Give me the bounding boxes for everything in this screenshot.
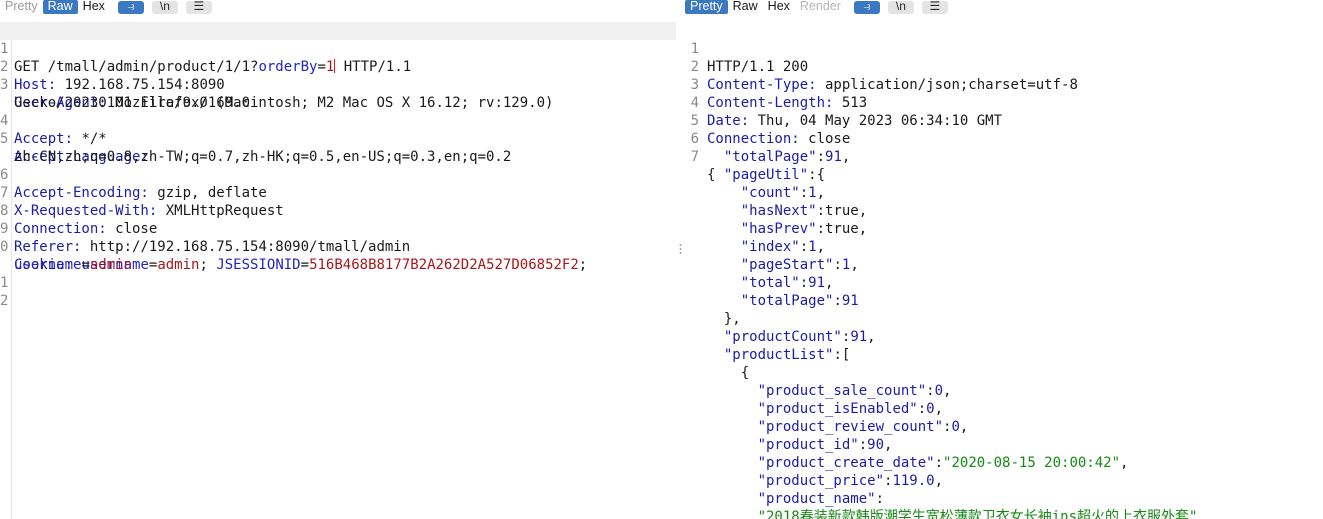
json-key: "product_isEnabled" bbox=[757, 401, 918, 417]
json-key: "product_review_count" bbox=[757, 419, 944, 435]
header-line-host: 2 Host: 192.168.75.154:8090 bbox=[0, 40, 676, 93]
json-value: 1 bbox=[808, 239, 817, 255]
json-value: 1 bbox=[808, 185, 817, 201]
json-value: 91 bbox=[825, 149, 842, 165]
header-line-referer: 9 Referer: http://192.168.75.154:8090/tm… bbox=[0, 202, 676, 255]
header-line-date: 4 Date: Thu, 04 May 2023 06:34:10 GMT bbox=[685, 76, 1323, 129]
json-line: "pageUtil":{ bbox=[723, 167, 826, 183]
tab-raw[interactable]: Raw bbox=[728, 0, 763, 14]
response-toolbar: Pretty Raw Hex Render ⥽ \n ☰ bbox=[685, 0, 1323, 14]
json-line: "hasPrev":true, bbox=[740, 221, 868, 237]
header-line-x-requested-with: 7 X-Requested-With: XMLHttpRequest bbox=[0, 166, 676, 219]
json-key: "product_create_date" bbox=[757, 455, 935, 471]
json-key: "count" bbox=[740, 185, 800, 201]
header-line-user-agent: 3 User-Agent: Mozilla/9.0 (Macintosh; M2… bbox=[0, 58, 676, 111]
json-line: "product_sale_count":0, bbox=[757, 383, 952, 399]
request-toolbar: Pretty Raw Hex ⥽ \n ☰ bbox=[0, 0, 676, 14]
empty-line: 6 bbox=[685, 112, 1323, 147]
json-value: "2020-08-15 20:00:42" bbox=[943, 455, 1121, 471]
json-line: "count":1, bbox=[740, 185, 826, 201]
header-line-connection: 5 Connection: close bbox=[685, 94, 1323, 147]
header-line-cookie: 0 Cookie: username=admin; JSESSIONID=516… bbox=[0, 220, 676, 273]
wrap-lines-icon[interactable]: ⥽ bbox=[853, 0, 880, 14]
json-value: 91 bbox=[808, 275, 826, 291]
line-number: 2 bbox=[0, 293, 9, 309]
json-key: "productCount" bbox=[723, 329, 842, 345]
response-pane: Pretty Raw Hex Render ⥽ \n ☰ 1 HTTP/1.1 … bbox=[685, 0, 1323, 519]
header-line-accept-encoding: 6 Accept-Encoding: gzip, deflate bbox=[0, 148, 676, 201]
json-line: "productList":[ bbox=[723, 347, 851, 363]
newline-toggle-button[interactable]: \n bbox=[887, 0, 914, 14]
json-key: "product_price" bbox=[757, 473, 885, 489]
json-line: "product_name": bbox=[757, 491, 885, 507]
header-line-connection: 8 Connection: close bbox=[0, 184, 676, 237]
status-line: 1 HTTP/1.1 200 bbox=[685, 22, 1323, 75]
header-line-content-type: 2 Content-Type: application/json;charset… bbox=[685, 40, 1323, 93]
json-line: }, bbox=[707, 311, 741, 327]
drag-handle-icon: · · · bbox=[678, 238, 683, 262]
tab-raw[interactable]: Raw bbox=[42, 0, 78, 14]
tab-pretty[interactable]: Pretty bbox=[685, 0, 728, 14]
tab-render[interactable]: Render bbox=[795, 0, 846, 14]
header-line-accept-language-cont: zh-CN,zh;q=0.8,zh-TW;q=0.7,zh-HK;q=0.5,e… bbox=[0, 130, 676, 165]
json-key: "product_name" bbox=[757, 491, 876, 507]
request-pane: Pretty Raw Hex ⥽ \n ☰ 1 GET /tmall/admin… bbox=[0, 0, 676, 519]
json-value: 0 bbox=[934, 383, 944, 399]
json-line: "pageStart":1, bbox=[740, 257, 859, 273]
json-line: "2018春装新款韩版潮学生宽松薄款卫衣女长袖ins超火的上衣服外套" bbox=[685, 508, 1323, 519]
json-value: 91 bbox=[841, 293, 859, 309]
json-open-line: 7 { bbox=[685, 130, 1323, 183]
request-line: 1 GET /tmall/admin/product/1/1?orderBy=1… bbox=[0, 22, 676, 75]
header-line-content-length: 3 Content-Length: 513 bbox=[685, 58, 1323, 111]
json-key: "totalPage" bbox=[723, 149, 817, 165]
json-key: "pageStart" bbox=[740, 257, 834, 273]
json-value: 119.0 bbox=[892, 473, 935, 489]
json-key: "product_id" bbox=[757, 437, 859, 453]
tab-hex[interactable]: Hex bbox=[763, 0, 795, 14]
tab-hex[interactable]: Hex bbox=[78, 0, 110, 14]
json-key: "hasNext" bbox=[740, 203, 817, 219]
json-key: "productList" bbox=[723, 347, 834, 363]
menu-icon[interactable]: ☰ bbox=[921, 0, 948, 14]
json-line: "totalPage":91 bbox=[740, 293, 859, 309]
json-line: "product_review_count":0, bbox=[757, 419, 969, 435]
json-value: 0 bbox=[926, 401, 935, 417]
json-key: "index" bbox=[740, 239, 800, 255]
json-line: "productCount":91, bbox=[723, 329, 876, 345]
response-editor[interactable]: 1 HTTP/1.1 200 2 Content-Type: applicati… bbox=[685, 22, 1323, 519]
pane-resize-handle[interactable]: · · · bbox=[676, 0, 685, 519]
json-value: 91 bbox=[850, 329, 868, 345]
json-line: "product_id":90, bbox=[757, 437, 893, 453]
json-line: "product_price":119.0, bbox=[757, 473, 944, 489]
json-key: "total" bbox=[740, 275, 800, 291]
json-value: true bbox=[825, 221, 859, 237]
json-value: true bbox=[825, 203, 859, 219]
json-key: "totalPage" bbox=[740, 293, 834, 309]
json-line: "product_isEnabled":0, bbox=[757, 401, 944, 417]
json-line: "index":1, bbox=[740, 239, 826, 255]
header-line-accept: 4 Accept: */* bbox=[0, 94, 676, 147]
newline-toggle-button[interactable]: \n bbox=[151, 0, 178, 14]
empty-line: 2 bbox=[0, 274, 676, 309]
json-value: 0 bbox=[951, 419, 960, 435]
json-line: "product_create_date":"2020-08-15 20:00:… bbox=[757, 455, 1129, 471]
json-value: 1 bbox=[841, 257, 851, 273]
json-key: "hasPrev" bbox=[740, 221, 817, 237]
empty-line: 1 bbox=[0, 256, 676, 291]
request-editor[interactable]: 1 GET /tmall/admin/product/1/1?orderBy=1… bbox=[0, 22, 676, 519]
header-line-cookie-cont: username=admin bbox=[0, 238, 676, 273]
json-key: "product_sale_count" bbox=[757, 383, 927, 399]
json-line: "hasNext":true, bbox=[740, 203, 868, 219]
header-line-accept-language: 5 Accept-Language: bbox=[0, 112, 676, 165]
json-key: "pageUtil" bbox=[723, 167, 809, 183]
json-value: 90 bbox=[867, 437, 885, 453]
menu-icon[interactable]: ☰ bbox=[185, 0, 212, 14]
json-value: "2018春装新款韩版潮学生宽松薄款卫衣女长袖ins超火的上衣服外套" bbox=[757, 509, 1198, 519]
tab-pretty[interactable]: Pretty bbox=[0, 0, 43, 14]
json-line: "totalPage":91, bbox=[723, 149, 851, 165]
json-line: "total":91, bbox=[740, 275, 834, 291]
wrap-lines-icon[interactable]: ⥽ bbox=[117, 0, 144, 14]
json-line: { bbox=[707, 365, 750, 381]
header-line-user-agent-cont: Gecko/20230101 Firefox/169.0 bbox=[0, 76, 676, 111]
